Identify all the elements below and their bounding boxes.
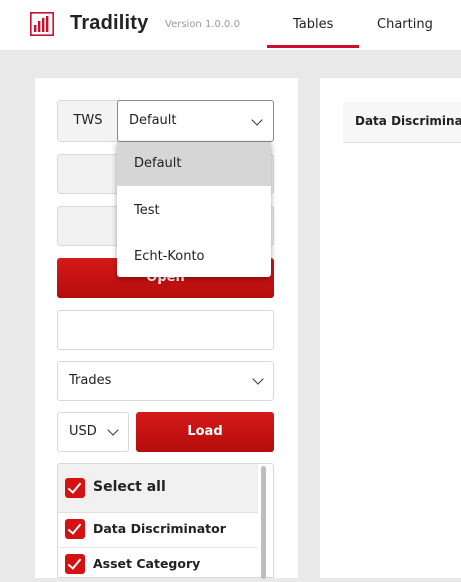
select-all-label: Select all — [93, 479, 166, 495]
load-button[interactable]: Load — [136, 412, 274, 452]
profile-option-default[interactable]: Default — [117, 142, 271, 186]
field-list: Select all Data Discriminator Asset Cate… — [57, 463, 274, 579]
profile-select-value: Default — [129, 113, 177, 128]
list-item[interactable]: Asset Category — [58, 548, 258, 582]
column-header-data-discriminator[interactable]: Data Discriminator — [355, 114, 461, 128]
active-tab-indicator — [267, 45, 359, 48]
tab-charting[interactable]: Charting — [377, 17, 433, 32]
chevron-down-icon — [252, 373, 264, 385]
filter-input[interactable] — [57, 310, 274, 350]
table-panel — [320, 78, 461, 578]
field-label: Data Discriminator — [93, 521, 226, 536]
profile-dropdown-menu: Default Test Echt-Konto — [117, 142, 271, 277]
chevron-down-icon — [251, 114, 263, 126]
select-all-row[interactable]: Select all — [58, 464, 258, 513]
tws-label: TWS — [58, 101, 119, 141]
field-checkbox[interactable] — [65, 519, 85, 539]
field-checkbox[interactable] — [65, 554, 85, 574]
profile-select[interactable]: Default — [117, 100, 274, 142]
list-item[interactable]: Data Discriminator — [58, 513, 258, 548]
table-header: Data Discriminator — [343, 102, 461, 143]
tws-profile-group: TWS Default — [57, 100, 274, 142]
chevron-down-icon — [107, 424, 119, 436]
app-version: Version 1.0.0.0 — [165, 19, 240, 30]
currency-value: USD — [69, 424, 97, 439]
select-all-checkbox[interactable] — [65, 478, 85, 498]
app-header: Tradility Version 1.0.0.0 Tables Chartin… — [0, 0, 461, 50]
profile-option-echt-konto[interactable]: Echt-Konto — [117, 237, 271, 277]
tab-tables[interactable]: Tables — [293, 17, 333, 32]
field-label: Asset Category — [93, 556, 201, 571]
report-type-select[interactable]: Trades — [57, 361, 274, 401]
profile-option-test[interactable]: Test — [117, 191, 271, 231]
app-title: Tradility — [70, 12, 149, 34]
app-logo-icon — [30, 12, 54, 36]
currency-select[interactable]: USD — [57, 412, 129, 452]
report-type-value: Trades — [69, 373, 112, 388]
list-scrollbar[interactable] — [261, 466, 266, 579]
